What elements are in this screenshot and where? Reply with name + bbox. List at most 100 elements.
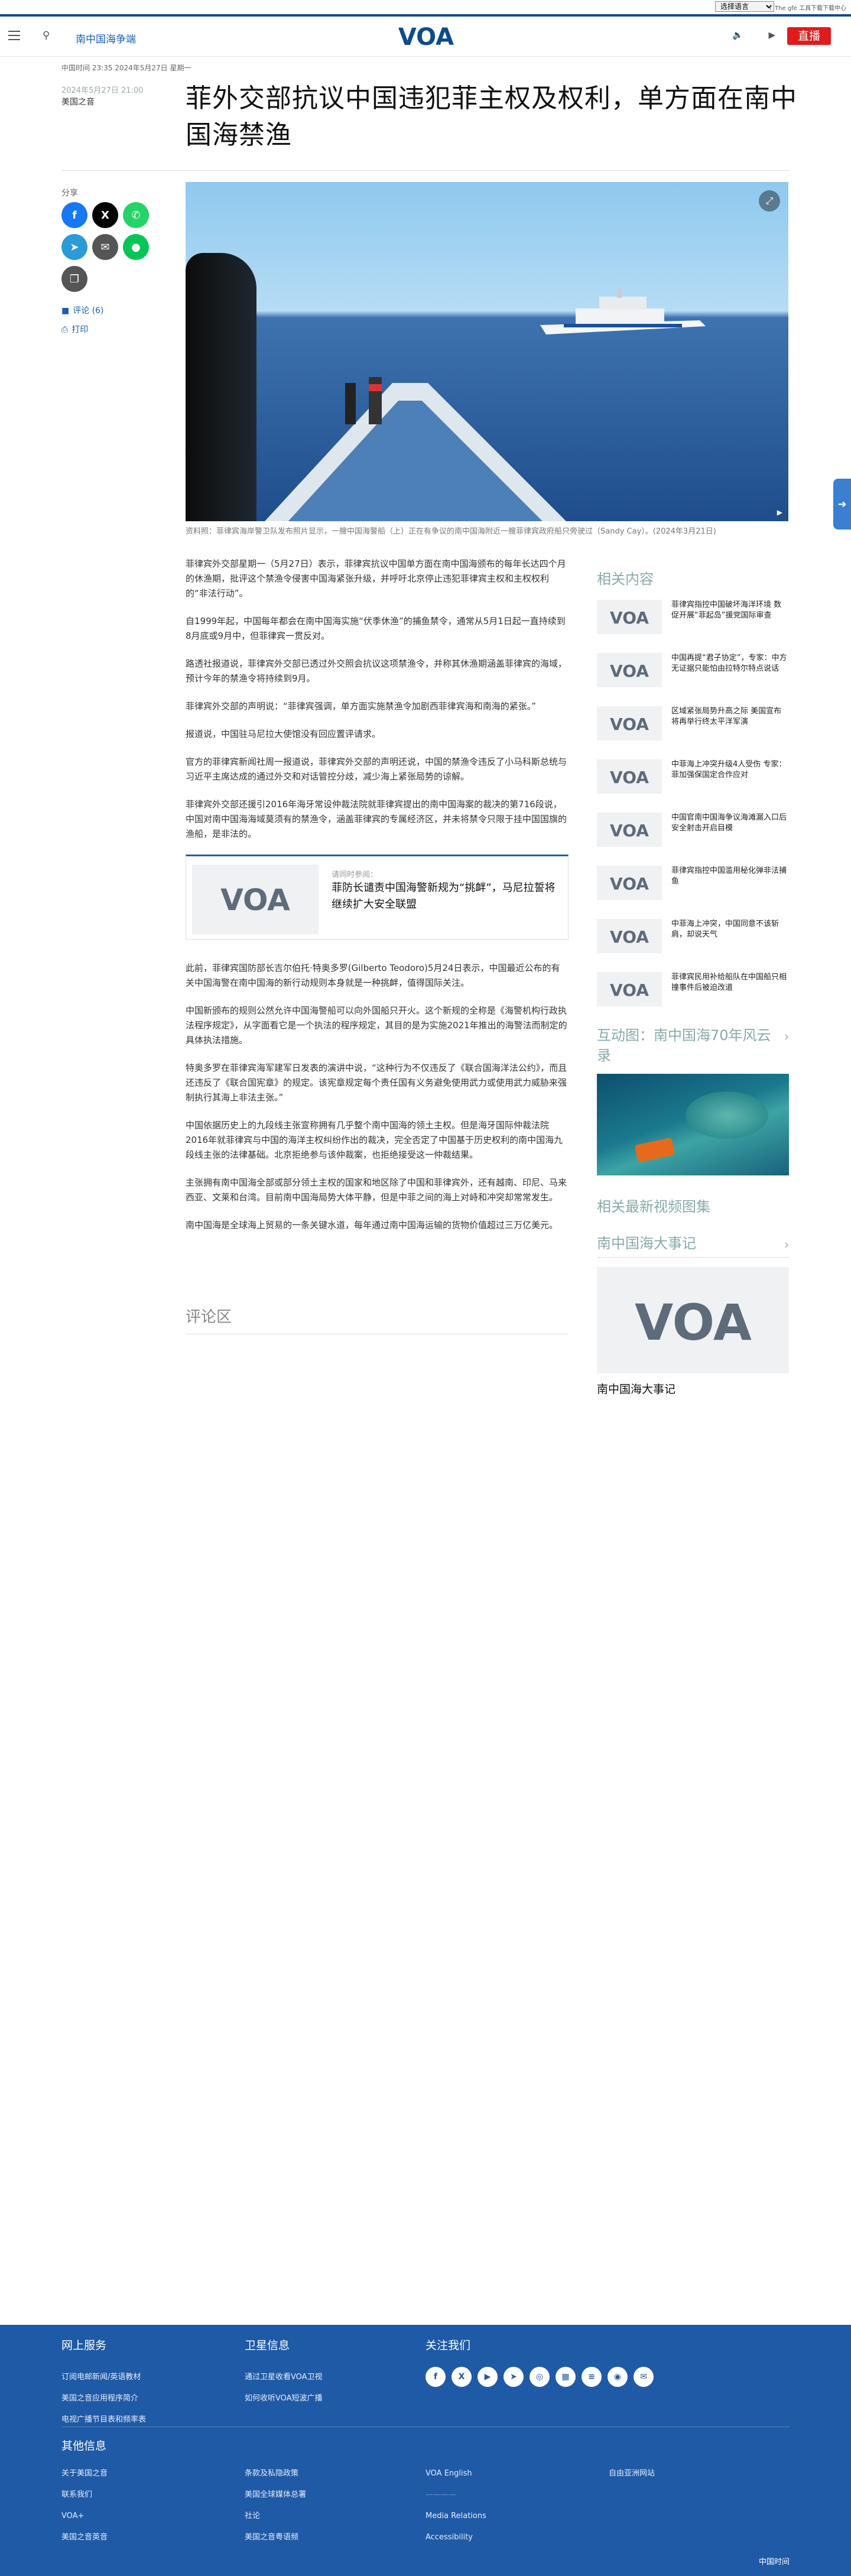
article-body: 菲律宾外交部星期一（5月27日）表示，菲律宾抗议中国单方面在南中国海颁布的每年长…: [186, 557, 569, 1246]
footer-link[interactable]: 关于美国之音: [61, 2463, 108, 2484]
language-select[interactable]: 选择语言: [715, 1, 774, 12]
related-item-title: 中国再提“君子协定”，专家：中方无证据只能怕由拉特尔特点说话: [671, 654, 787, 673]
voa-logo[interactable]: VOA: [396, 22, 456, 51]
facebook-icon[interactable]: f: [426, 2367, 446, 2387]
site-header: ⚲ 南中国海争端 VOA 🔈 ▶ 直播: [0, 17, 851, 57]
related-item[interactable]: VOA 菲律宾指控中国破坏海洋环境 数促开展“菲起岛”援党国际审查: [597, 600, 789, 634]
svg-text:VOA: VOA: [610, 927, 649, 945]
comments-link-label: 评论 (6): [73, 306, 104, 316]
svg-text:VOA: VOA: [610, 768, 649, 785]
related-item[interactable]: VOA 中菲海上冲突升级4人受伤 专家：菲加强保国定合作应对: [597, 759, 789, 794]
paragraph: 特奥多罗在菲律宾海军建军日发表的演讲中说，“这种行为不仅违反了《联合国海洋法公约…: [186, 1063, 567, 1103]
chevron-right-icon: ›: [784, 1029, 789, 1044]
utility-links[interactable]: ↑ The gfe 工具下载下载中心: [768, 3, 846, 12]
voa-logo-icon: VOA: [610, 927, 649, 945]
feature-label[interactable]: 南中国海大事记: [597, 1383, 675, 1396]
podcast-icon[interactable]: ▦: [556, 2367, 576, 2387]
feature-thumbnail[interactable]: VOA: [597, 1267, 789, 1373]
footer-link[interactable]: ————: [426, 2484, 486, 2506]
photographer-silhouette: [186, 253, 256, 521]
related-item-title: 区域紧张局势升高之际 美国宣布将再举行终太平洋军演: [671, 707, 782, 726]
comments-link[interactable]: ■ 评论 (6): [61, 306, 104, 316]
share-label: 分享: [61, 189, 78, 198]
footer-link[interactable]: 条款及私隐政策: [245, 2463, 306, 2484]
footer-link[interactable]: 美国之音应用程序简介: [61, 2388, 146, 2409]
footer-link[interactable]: VOA+: [61, 2506, 108, 2527]
footer-link[interactable]: 自由亚洲网站: [609, 2463, 655, 2484]
svg-text:VOA: VOA: [610, 821, 649, 839]
voa-placeholder-thumbnail: VOA: [597, 653, 662, 687]
footer-link[interactable]: 通过卫星收看VOA卫视: [245, 2367, 323, 2388]
footer-link[interactable]: 如何收听VOA短波广播: [245, 2388, 323, 2409]
related-item-title: 菲律宾民用补给船队在中国船只相撞事件后被迫改道: [671, 973, 787, 992]
line-share-icon[interactable]: ●: [123, 234, 149, 260]
audio-icon[interactable]: 🔈: [732, 30, 743, 40]
comment-icon: ■: [61, 306, 70, 316]
rss-icon[interactable]: ≡: [582, 2367, 602, 2387]
footer-satellite-title: 卫星信息: [245, 2339, 290, 2352]
video-icon[interactable]: ▶: [768, 30, 775, 40]
article-header: 中国时间 23:35 2024年5月27日 星期一 2024年5月27日 21:…: [0, 57, 851, 184]
expand-image-icon[interactable]: ⤢: [759, 190, 780, 212]
email-share-icon[interactable]: ✉: [92, 234, 118, 260]
email-icon[interactable]: ✉: [634, 2367, 654, 2387]
voa-logo-icon: VOA: [610, 821, 649, 839]
gallery-section-title[interactable]: 互动图：南中国海70年风云录 ›: [597, 1025, 789, 1066]
footer-link[interactable]: 电视广播节目表和频率表: [61, 2409, 146, 2431]
floating-side-tab[interactable]: ➜: [833, 479, 851, 530]
paragraph: 主张拥有南中国海全部或部分领土主权的国家和地区除了中国和菲律宾外，还有越南、印尼…: [186, 1177, 567, 1203]
footer-link[interactable]: 美国之音粤语频: [245, 2527, 306, 2548]
print-icon: ⎙: [61, 325, 69, 334]
voa-placeholder-thumbnail: VOA: [597, 600, 662, 634]
live-button[interactable]: 直播: [787, 27, 831, 45]
paragraph: 官方的菲律宾新闻社周一报道说，菲律宾外交部的声明还说，中国的禁渔令违反了小马科斯…: [186, 756, 567, 782]
paragraph: 此前，菲律宾国防部长吉尔伯托·特奥多罗(Gilberto Teodoro)5月2…: [186, 963, 560, 988]
related-item[interactable]: VOA 中国官南中国海争议海滩漏入口后安全射击开启目模: [597, 813, 789, 847]
social-icons: f X ▶ ➤ ◎ ▦ ≡ ◉ ✉: [426, 2367, 654, 2387]
copy-link-icon[interactable]: ❐: [61, 266, 87, 292]
author-link[interactable]: 美国之音: [61, 96, 95, 108]
instagram-icon[interactable]: ◎: [530, 2367, 550, 2387]
footer-link[interactable]: 订阅电邮新闻/英语教材: [61, 2367, 146, 2388]
x-share-icon[interactable]: X: [92, 202, 118, 228]
voa-logo-icon: VOA: [610, 874, 649, 892]
search-icon[interactable]: ⚲: [43, 30, 50, 41]
footer-other-title: 其他信息: [61, 2439, 107, 2452]
section-link[interactable]: 南中国海争端: [76, 31, 136, 46]
related-item[interactable]: VOA 菲律宾民用补给船队在中国船只相撞事件后被迫改道: [597, 972, 789, 1006]
related-item[interactable]: VOA 中菲海上冲突，中国同意不该斩肩，却说天气: [597, 919, 789, 953]
print-link-label: 打印: [72, 325, 89, 334]
image-corner-icon: ▶: [777, 508, 782, 517]
related-item[interactable]: VOA 区域紧张局势升高之际 美国宣布将再举行终太平洋军演: [597, 706, 789, 740]
comments-heading: 评论区: [186, 1308, 232, 1326]
footer-link[interactable]: 社论: [245, 2506, 306, 2527]
voa-logo-icon: VOA: [610, 608, 649, 626]
x-icon[interactable]: X: [452, 2367, 472, 2387]
boat-illustration: [634, 1137, 675, 1163]
footer-link[interactable]: 美国之音英音: [61, 2527, 108, 2548]
divider: [61, 170, 790, 171]
footer-link[interactable]: 联系我们: [61, 2484, 108, 2506]
gallery-image[interactable]: [597, 1074, 789, 1175]
voa-logo-icon: VOA: [610, 980, 649, 998]
telegram-icon[interactable]: ➤: [504, 2367, 524, 2387]
telegram-share-icon[interactable]: ➤: [61, 234, 87, 260]
related-item[interactable]: VOA 中国再提“君子协定”，专家：中方无证据只能怕由拉特尔特点说话: [597, 653, 789, 687]
footer-link[interactable]: VOA English: [426, 2463, 486, 2484]
video-section-title: 相关最新视频图集: [597, 1198, 710, 1215]
footer-link[interactable]: Media Relations: [426, 2506, 486, 2527]
facebook-share-icon[interactable]: f: [61, 202, 87, 228]
svg-text:VOA: VOA: [635, 1294, 752, 1347]
feature-section-title[interactable]: 南中国海大事记 ›: [597, 1233, 789, 1258]
voa-logo-icon: VOA: [220, 883, 290, 916]
footer-link[interactable]: 美国全球媒体总署: [245, 2484, 306, 2506]
hero-image: ⤢ ▶: [186, 182, 788, 521]
youtube-icon[interactable]: ▶: [478, 2367, 498, 2387]
podcast-alt-icon[interactable]: ◉: [608, 2367, 628, 2387]
print-link[interactable]: ⎙ 打印: [61, 325, 88, 334]
related-inline-card[interactable]: VOA 请同时参阅： 菲防长谴责中国海警新规为“挑衅”，马尼拉誓将继续扩大安全联…: [186, 855, 569, 940]
hamburger-menu-icon[interactable]: [8, 31, 20, 40]
related-item[interactable]: VOA 菲律宾指控中国滥用秘化弹非法捕鱼: [597, 866, 789, 900]
whatsapp-share-icon[interactable]: ✆: [123, 202, 149, 228]
footer-link[interactable]: Accessibility: [426, 2527, 486, 2548]
